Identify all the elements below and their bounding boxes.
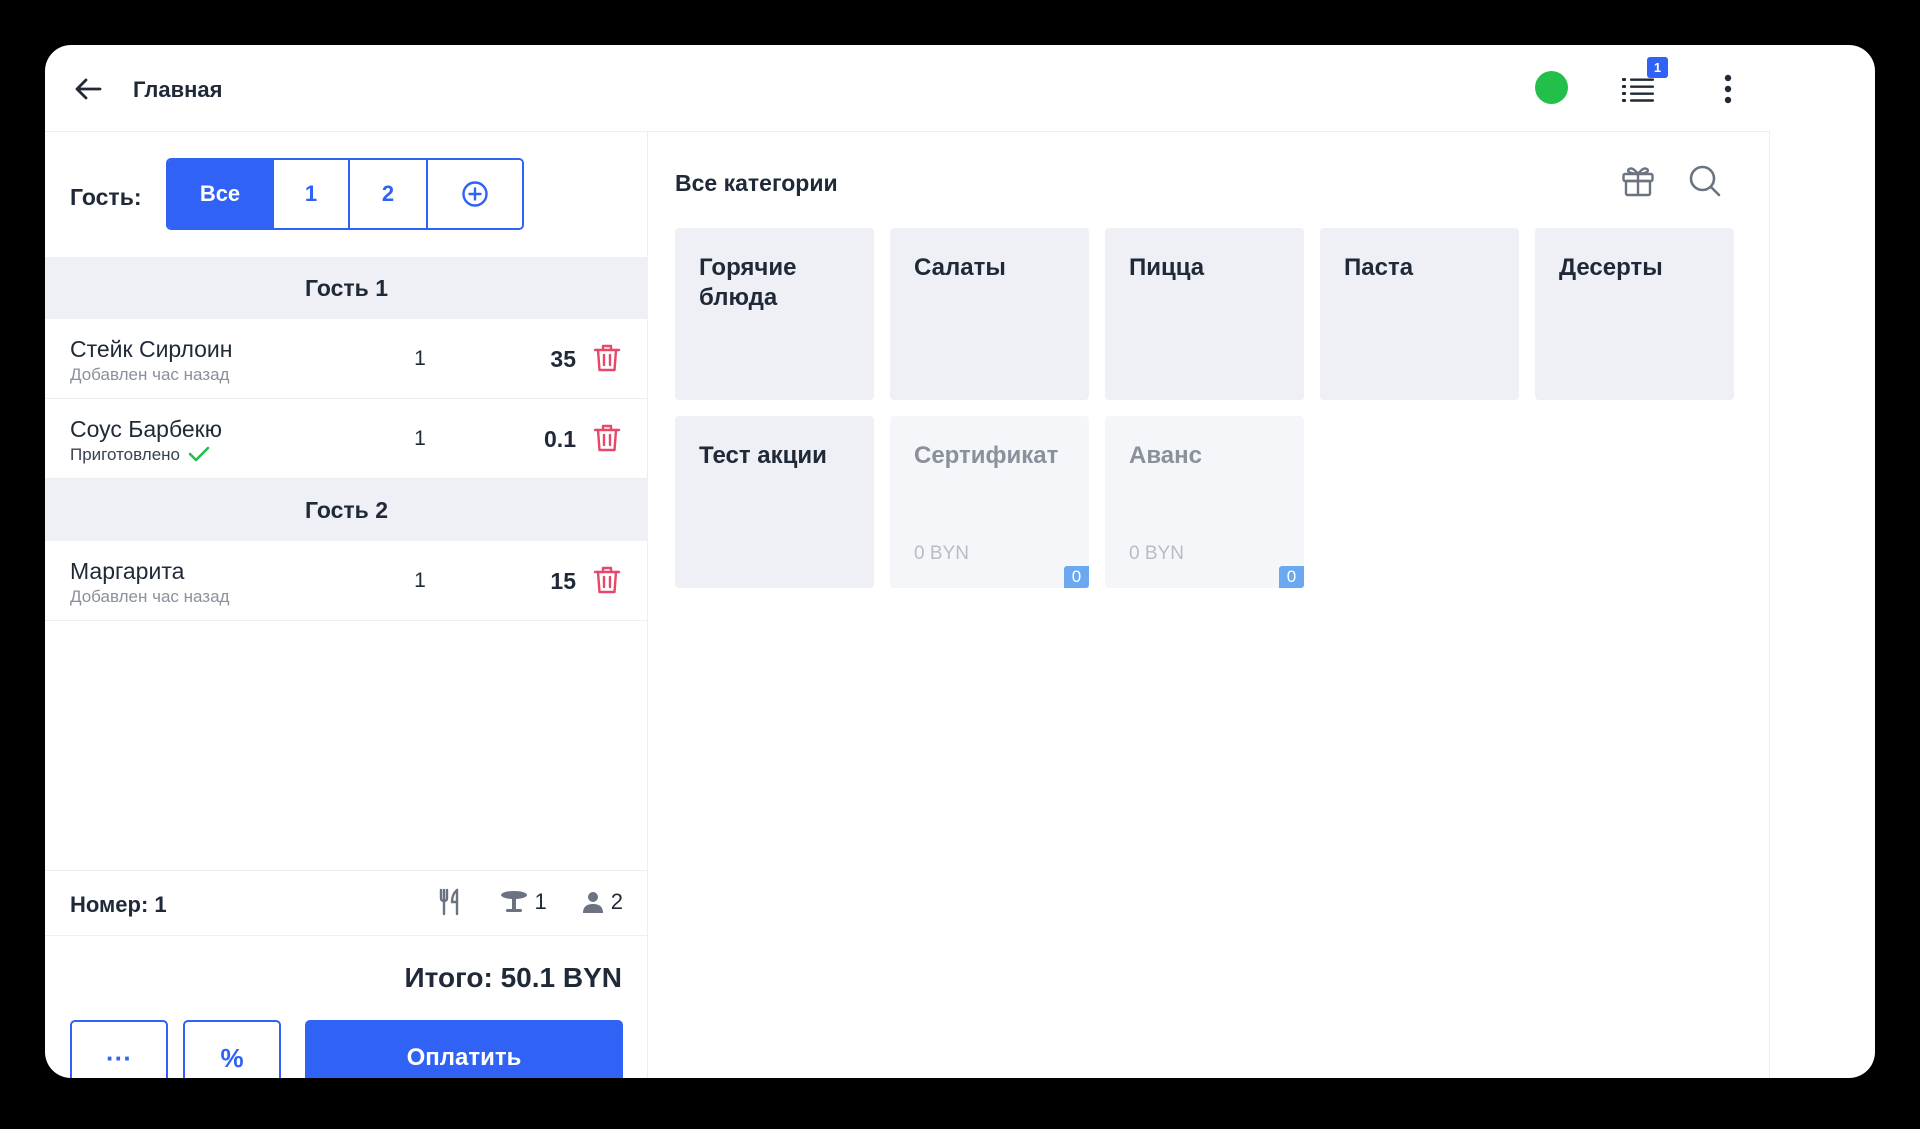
arrow-left-icon xyxy=(75,78,102,100)
item-status: Добавлен час назад xyxy=(70,365,230,384)
delete-item-button[interactable] xyxy=(593,343,623,375)
add-guest-icon xyxy=(462,181,488,207)
item-quantity: 1 xyxy=(414,569,426,592)
category-tile-hot-dishes[interactable]: Горячие блюда xyxy=(675,228,874,400)
order-panel: Гость: Все 1 2 Гость 1 Стейк Сирлоин Доб… xyxy=(45,132,648,1078)
list-icon xyxy=(1622,78,1654,102)
table-icon xyxy=(499,890,529,914)
item-price: 35 xyxy=(550,346,576,372)
gift-button[interactable] xyxy=(1619,162,1657,200)
person-icon xyxy=(581,890,605,914)
category-tile-certificate[interactable]: Сертификат 0 BYN 0 xyxy=(890,416,1089,588)
category-name: Тест акции xyxy=(699,442,827,469)
top-bar: Главная 1 xyxy=(45,45,1770,132)
more-vertical-icon xyxy=(1724,74,1732,104)
category-count-badge: 0 xyxy=(1064,566,1089,588)
guest-label: Гость: xyxy=(70,184,142,210)
back-button[interactable] xyxy=(70,71,106,107)
delete-item-button[interactable] xyxy=(593,565,623,597)
item-quantity: 1 xyxy=(414,427,426,450)
order-number: Номер: 1 xyxy=(70,892,167,917)
guest-tab-1[interactable]: 1 xyxy=(274,160,350,228)
item-price: 0.1 xyxy=(544,426,576,452)
item-status-text: Приготовлено xyxy=(70,445,180,464)
connection-status-indicator xyxy=(1535,71,1568,104)
gift-icon xyxy=(1622,167,1654,197)
order-item-row[interactable]: Маргарита Добавлен час назад 1 15 xyxy=(45,541,648,621)
category-tile-promo-test[interactable]: Тест акции xyxy=(675,416,874,588)
item-status: Приготовлено xyxy=(70,445,210,465)
cutlery-icon xyxy=(437,888,465,916)
item-name: Соус Барбекю xyxy=(70,416,222,442)
order-total: Итого: 50.1 BYN xyxy=(404,962,622,993)
category-name: Салаты xyxy=(914,254,1006,281)
delete-item-button[interactable] xyxy=(593,423,623,455)
guest-count: 2 xyxy=(610,889,623,914)
categories-title: Все категории xyxy=(675,170,838,196)
add-guest-button[interactable] xyxy=(428,160,522,228)
guest-tab-all[interactable]: Все xyxy=(168,160,274,228)
trash-icon xyxy=(593,424,621,452)
order-meta: 1 2 xyxy=(437,888,623,916)
category-tile-pasta[interactable]: Паста xyxy=(1320,228,1519,400)
more-actions-button[interactable]: ··· xyxy=(70,1020,168,1078)
order-item-row[interactable]: Соус Барбекю Приготовлено 1 0.1 xyxy=(45,399,648,479)
item-price: 15 xyxy=(550,568,576,594)
item-name: Стейк Сирлоин xyxy=(70,336,233,362)
category-name: Десерты xyxy=(1559,254,1663,281)
category-name: Горячие блюда xyxy=(699,254,797,311)
category-tile-advance[interactable]: Аванс 0 BYN 0 xyxy=(1105,416,1304,588)
order-list: Гость 1 Стейк Сирлоин Добавлен час назад… xyxy=(45,257,648,621)
more-menu-button[interactable] xyxy=(1710,71,1746,107)
orders-badge: 1 xyxy=(1647,57,1668,78)
category-amount: 0 BYN xyxy=(1129,543,1184,564)
category-name: Паста xyxy=(1344,254,1414,281)
order-item-row[interactable]: Стейк Сирлоин Добавлен час назад 1 35 xyxy=(45,319,648,399)
check-icon xyxy=(188,446,210,462)
order-info-bar: Номер: 1 1 2 xyxy=(45,870,648,936)
menu-panel: Все категории Горячие блюда Салаты Пицца… xyxy=(649,132,1770,1078)
category-tile-pizza[interactable]: Пицца xyxy=(1105,228,1304,400)
category-tile-salads[interactable]: Салаты xyxy=(890,228,1089,400)
category-count-badge: 0 xyxy=(1279,566,1304,588)
item-quantity: 1 xyxy=(414,347,426,370)
search-button[interactable] xyxy=(1686,162,1724,200)
page-title: Главная xyxy=(133,77,223,102)
search-icon xyxy=(1689,165,1721,197)
trash-icon xyxy=(593,566,621,594)
category-name: Аванс xyxy=(1129,442,1202,469)
guest-group-header: Гость 2 xyxy=(45,479,648,541)
guest-tab-2[interactable]: 2 xyxy=(350,160,428,228)
guest-group-header: Гость 1 xyxy=(45,257,648,319)
item-name: Маргарита xyxy=(70,558,185,584)
category-tile-desserts[interactable]: Десерты xyxy=(1535,228,1734,400)
category-amount: 0 BYN xyxy=(914,543,969,564)
discount-button[interactable]: % xyxy=(183,1020,281,1078)
trash-icon xyxy=(593,344,621,372)
app-window: Главная 1 Гость: Все 1 2 Гость 1 Стейк С… xyxy=(45,45,1875,1078)
item-status: Добавлен час назад xyxy=(70,587,230,606)
table-count: 1 xyxy=(534,889,547,914)
pay-button[interactable]: Оплатить xyxy=(305,1020,623,1078)
category-name: Пицца xyxy=(1129,254,1205,281)
guest-selector: Все 1 2 xyxy=(166,158,524,230)
category-name: Сертификат xyxy=(914,442,1059,469)
